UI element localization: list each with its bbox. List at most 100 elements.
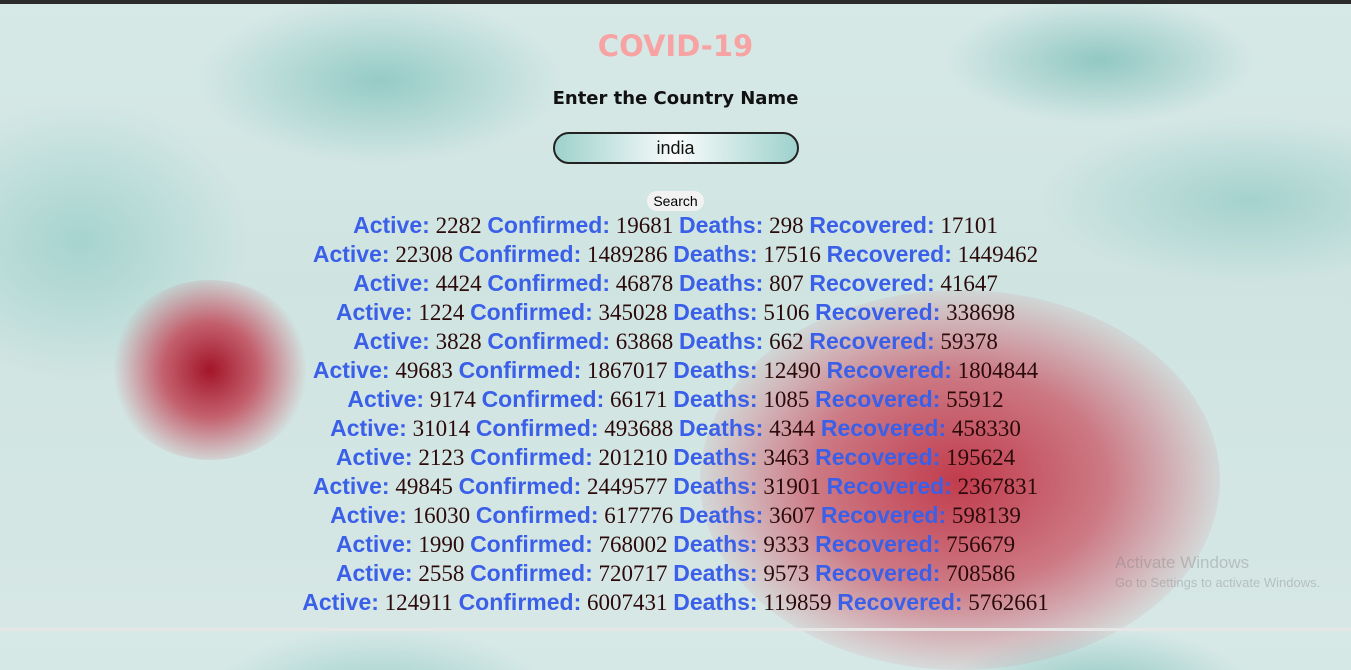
confirmed-value: 6007431: [586, 590, 668, 615]
recovered-value: 5762661: [968, 590, 1049, 615]
recovered-label: Recovered:: [809, 328, 935, 354]
recovered-value: 598139: [951, 503, 1021, 528]
deaths-value: 4344: [769, 416, 816, 441]
watermark-subtitle: Go to Settings to activate Windows.: [1115, 575, 1321, 590]
confirmed-value: 2449577: [586, 474, 668, 499]
deaths-value: 17516: [763, 242, 821, 267]
country-search-input[interactable]: [552, 132, 799, 164]
recovered-value: 17101: [940, 213, 998, 238]
recovered-label: Recovered:: [809, 270, 935, 296]
deaths-label: Deaths:: [678, 415, 764, 441]
active-value: 49683: [395, 358, 453, 383]
main-content: COVID-19 Enter the Country Name Search A…: [0, 24, 1351, 617]
recovered-label: Recovered:: [815, 560, 941, 586]
country-prompt-label: Enter the Country Name: [552, 88, 799, 109]
confirmed-value: 720717: [598, 561, 668, 586]
recovered-label: Recovered:: [815, 444, 941, 470]
active-value: 3828: [435, 329, 482, 354]
confirmed-value: 493688: [604, 416, 674, 441]
active-value: 2558: [418, 561, 465, 586]
result-row: Active: 9174 Confirmed: 66171 Deaths: 10…: [0, 385, 1351, 414]
confirmed-label: Confirmed:: [458, 589, 582, 615]
deaths-label: Deaths:: [673, 531, 758, 557]
recovered-label: Recovered:: [837, 589, 963, 615]
recovered-value: 338698: [946, 300, 1016, 325]
active-value: 1224: [418, 300, 465, 325]
active-label: Active:: [335, 299, 413, 325]
active-value: 9174: [429, 387, 476, 412]
recovered-value: 59378: [940, 329, 998, 354]
deaths-label: Deaths:: [678, 328, 764, 354]
result-row: Active: 22308 Confirmed: 1489286 Deaths:…: [0, 240, 1351, 269]
confirmed-value: 1867017: [586, 358, 668, 383]
deaths-value: 31901: [763, 474, 821, 499]
recovered-label: Recovered:: [826, 473, 952, 499]
confirmed-value: 617776: [604, 503, 674, 528]
windows-activation-watermark: Activate Windows Go to Settings to activ…: [1115, 552, 1320, 592]
active-value: 1990: [418, 532, 465, 557]
confirmed-label: Confirmed:: [470, 299, 593, 325]
active-label: Active:: [330, 502, 407, 528]
confirmed-label: Confirmed:: [470, 531, 593, 557]
active-label: Active:: [353, 270, 430, 296]
recovered-value: 195624: [946, 445, 1016, 470]
confirmed-value: 63868: [615, 329, 674, 354]
deaths-label: Deaths:: [678, 502, 764, 528]
recovered-value: 1804844: [957, 358, 1039, 383]
recovered-value: 708586: [946, 561, 1016, 586]
confirmed-value: 345028: [598, 300, 668, 325]
result-row: Active: 1224 Confirmed: 345028 Deaths: 5…: [0, 298, 1351, 327]
search-button[interactable]: Search: [647, 191, 704, 211]
deaths-value: 9573: [763, 561, 810, 586]
result-row: Active: 124911 Confirmed: 6007431 Deaths…: [0, 588, 1351, 617]
confirmed-value: 19681: [615, 213, 674, 238]
deaths-label: Deaths:: [678, 212, 764, 238]
deaths-label: Deaths:: [673, 241, 758, 267]
recovered-label: Recovered:: [826, 241, 952, 267]
active-value: 22308: [395, 242, 453, 267]
active-value: 16030: [412, 503, 471, 528]
result-row: Active: 3828 Confirmed: 63868 Deaths: 66…: [0, 327, 1351, 356]
active-value: 2282: [435, 213, 482, 238]
active-label: Active:: [335, 444, 413, 470]
recovered-label: Recovered:: [815, 386, 941, 412]
recovered-label: Recovered:: [820, 415, 947, 441]
confirmed-label: Confirmed:: [487, 270, 610, 296]
active-value: 2123: [418, 445, 465, 470]
confirmed-label: Confirmed:: [458, 357, 582, 383]
active-value: 31014: [412, 416, 471, 441]
confirmed-label: Confirmed:: [487, 212, 610, 238]
recovered-label: Recovered:: [815, 531, 941, 557]
browser-top-bar: [0, 0, 1351, 4]
deaths-label: Deaths:: [673, 299, 758, 325]
recovered-value: 55912: [946, 387, 1004, 412]
active-label: Active:: [302, 589, 379, 615]
active-label: Active:: [335, 560, 413, 586]
deaths-label: Deaths:: [673, 386, 758, 412]
confirmed-value: 1489286: [586, 242, 668, 267]
active-label: Active:: [353, 212, 430, 238]
recovered-label: Recovered:: [820, 502, 947, 528]
confirmed-value: 201210: [598, 445, 668, 470]
confirmed-label: Confirmed:: [470, 444, 593, 470]
active-label: Active:: [347, 386, 425, 412]
active-label: Active:: [330, 415, 407, 441]
deaths-value: 807: [769, 271, 804, 296]
active-label: Active:: [353, 328, 430, 354]
recovered-label: Recovered:: [809, 212, 935, 238]
active-label: Active:: [312, 241, 390, 267]
active-label: Active:: [312, 473, 390, 499]
recovered-label: Recovered:: [815, 299, 941, 325]
confirmed-label: Confirmed:: [481, 386, 605, 412]
active-label: Active:: [335, 531, 413, 557]
recovered-label: Recovered:: [826, 357, 952, 383]
result-row: Active: 16030 Confirmed: 617776 Deaths: …: [0, 501, 1351, 530]
watermark-title: Activate Windows: [1115, 553, 1250, 572]
deaths-value: 9333: [763, 532, 810, 557]
deaths-label: Deaths:: [673, 560, 758, 586]
confirmed-label: Confirmed:: [487, 328, 610, 354]
confirmed-label: Confirmed:: [458, 241, 582, 267]
confirmed-label: Confirmed:: [458, 473, 582, 499]
recovered-value: 458330: [951, 416, 1021, 441]
deaths-value: 12490: [763, 358, 821, 383]
